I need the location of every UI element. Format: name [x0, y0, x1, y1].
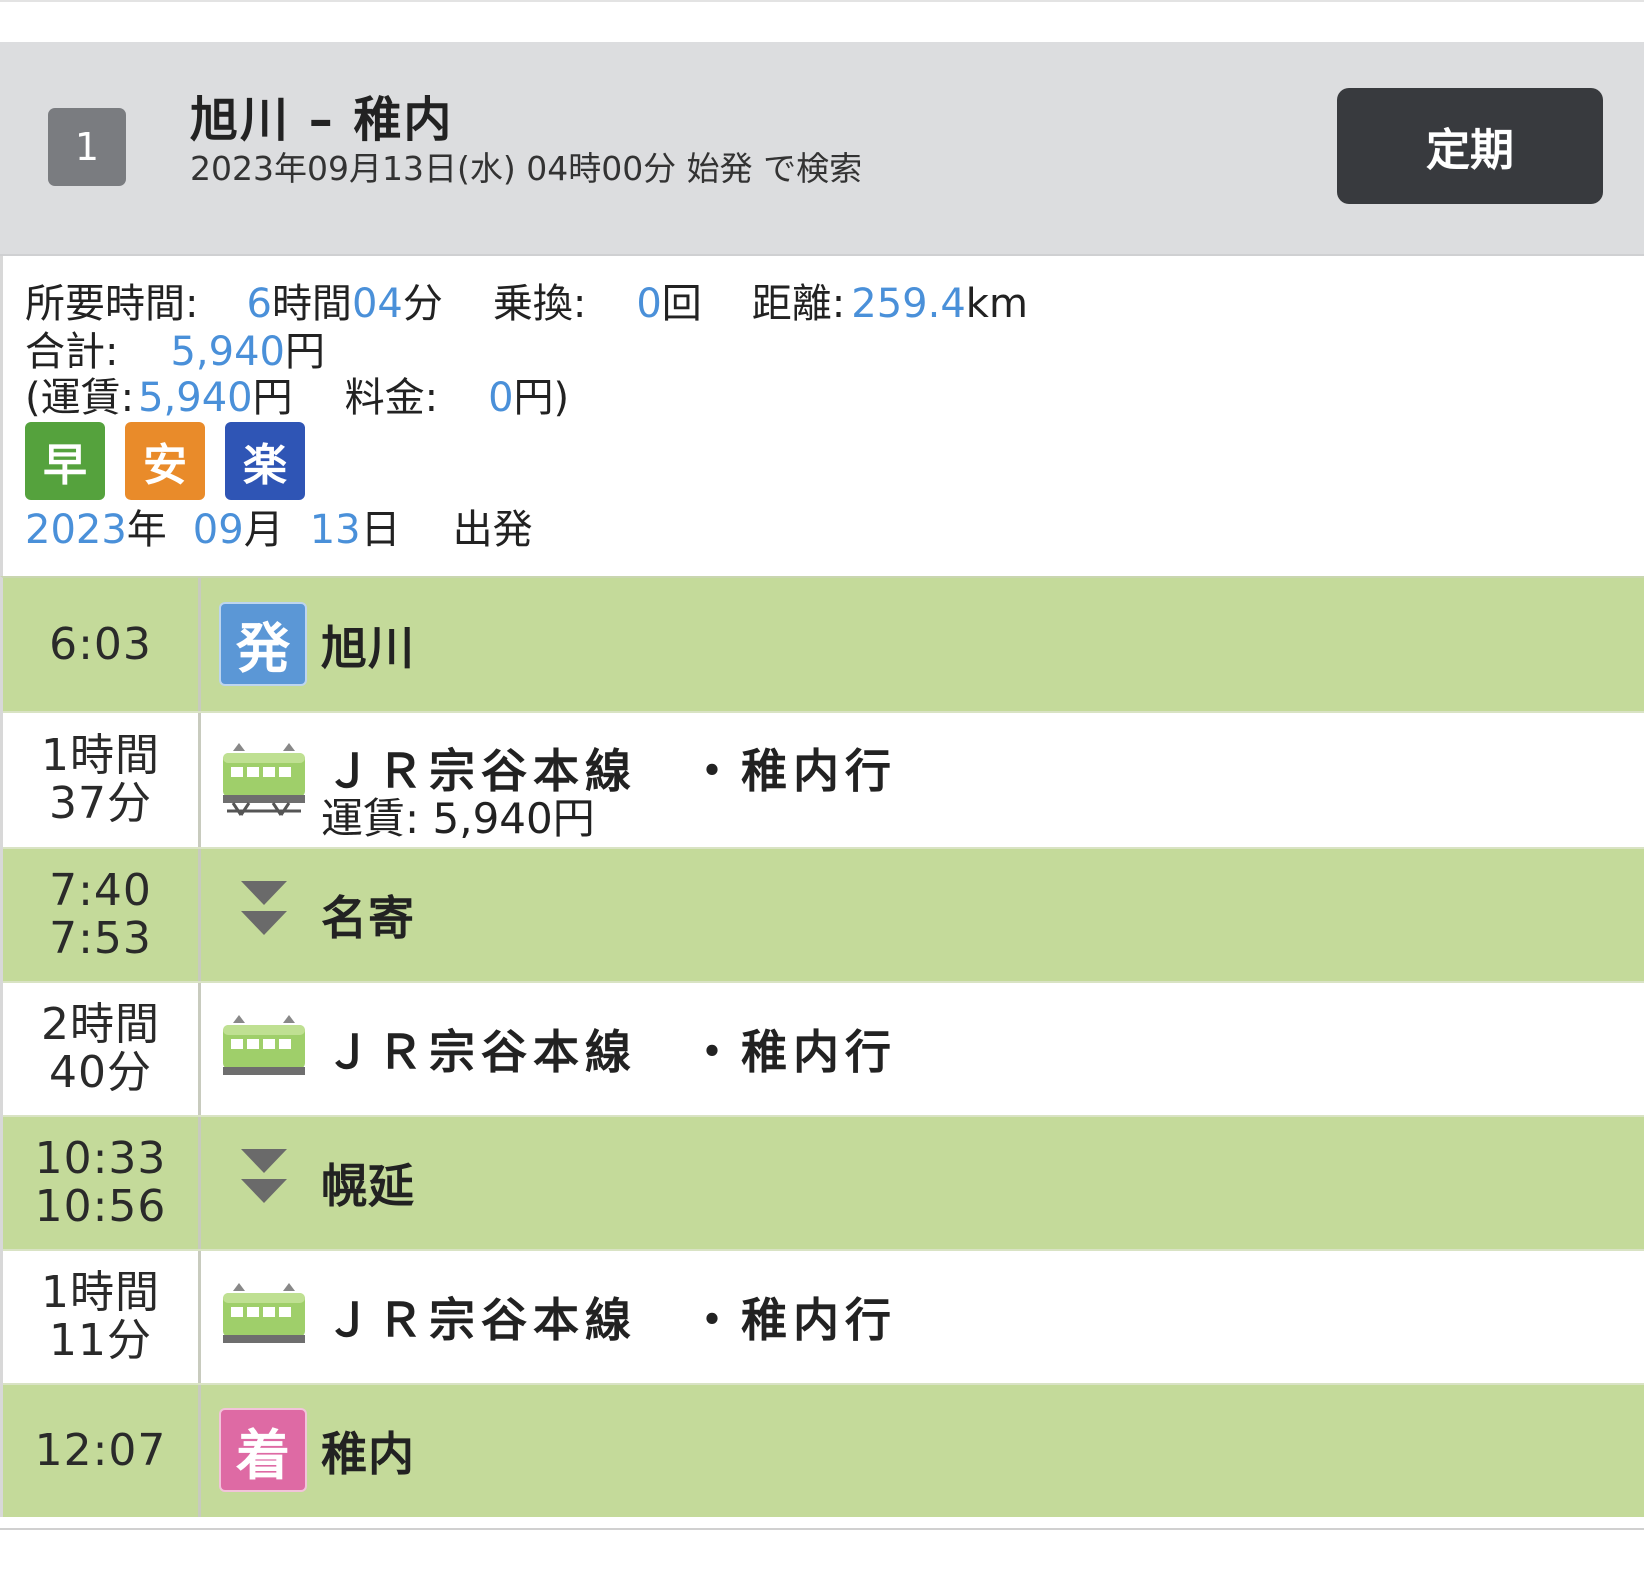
fee-yen-close: 円)	[513, 375, 570, 421]
departure-date: 2023年 09月 13日 出発	[25, 510, 533, 550]
duration-cell: 1時間 37分	[3, 713, 201, 847]
train-icon	[219, 1277, 309, 1363]
duration-hours: 6	[246, 281, 272, 327]
route-number-badge: 1	[48, 108, 126, 186]
arrival-icon: 着	[219, 1408, 309, 1494]
departure-icon: 発	[219, 601, 309, 688]
total-yen: 円	[285, 329, 325, 375]
route-title: 旭川 – 稚内	[190, 92, 454, 148]
table-row-train: 2時間 40分 ＪＲ宗谷本線 ・稚内行	[3, 981, 1644, 1115]
summary-line-duration: 所要時間: 6時間04分 乗換: 0回 距離: 259.4km	[25, 284, 1028, 324]
train-fare: 運賃: 5,940円	[321, 794, 595, 843]
easiest-badge: 楽	[225, 422, 305, 500]
transfer-label: 乗換:	[492, 281, 587, 327]
fee-label: 料金:	[344, 375, 439, 421]
time-cell: 7:40 7:53	[3, 849, 201, 981]
departure-time: 10:56	[34, 1181, 167, 1232]
route-feature-badges: 早 安 楽	[25, 422, 305, 500]
duration-label: 所要時間:	[25, 281, 199, 327]
duration-cell: 2時間 40分	[3, 983, 201, 1115]
table-row-train: 1時間 37分 ＪＲ宗谷本線 ・稚内行 運賃: 5,940円	[3, 711, 1644, 847]
arrival-time: 7:40	[49, 865, 152, 916]
date-day: 13	[309, 507, 361, 553]
distance-value: 259.4	[851, 281, 966, 327]
page-top-divider	[0, 0, 1644, 2]
station-name[interactable]: 名寄	[321, 882, 415, 948]
train-line-name[interactable]: ＪＲ宗谷本線 ・稚内行	[325, 1284, 897, 1350]
duration-minutes: 04	[351, 281, 403, 327]
date-day-unit: 日	[360, 507, 401, 553]
time-cell: 10:33 10:56	[3, 1117, 201, 1249]
time-cell: 6:03	[3, 578, 201, 711]
summary-line-fare: (運賃: 5,940円 料金: 0円)	[25, 378, 569, 418]
arrival-time: 12:07	[34, 1425, 167, 1476]
fare-yen: 円	[252, 375, 293, 421]
train-icon	[219, 737, 309, 823]
date-year-unit: 年	[126, 507, 167, 553]
distance-label: 距離:	[751, 281, 846, 327]
route-timetable: 6:03 発 旭川 1時間 37分 ＪＲ宗谷本線 ・稚内行 運賃: 5,940円…	[0, 576, 1644, 1517]
departure-time: 6:03	[49, 618, 152, 670]
summary-line-total: 合計: 5,940円	[25, 332, 325, 372]
station-name[interactable]: 旭川	[321, 612, 415, 678]
transfer-arrow-icon	[219, 1139, 309, 1225]
station-name[interactable]: 稚内	[321, 1418, 415, 1484]
table-row-departure: 6:03 発 旭川	[3, 578, 1644, 711]
search-conditions: 2023年09月13日(水) 04時00分 始発 で検索	[190, 149, 863, 188]
transfer-count: 0	[636, 281, 662, 327]
train-icon	[219, 1009, 309, 1095]
fare-label: (運賃:	[25, 375, 135, 421]
table-row-transfer: 7:40 7:53 名寄	[3, 847, 1644, 981]
table-row-transfer: 10:33 10:56 幌延	[3, 1115, 1644, 1249]
fastest-badge: 早	[25, 422, 105, 500]
date-year: 2023	[25, 507, 127, 553]
duration-hours-unit: 時間	[271, 281, 352, 327]
fare-value: 5,940	[138, 375, 253, 421]
transfer-arrow-icon	[219, 871, 309, 957]
duration-cell: 1時間 11分	[3, 1251, 201, 1383]
route-summary: 所要時間: 6時間04分 乗換: 0回 距離: 259.4km 合計: 5,940円 (運賃…	[0, 256, 1644, 576]
duration-minutes-unit: 分	[402, 281, 443, 327]
table-bottom-divider	[0, 1528, 1644, 1530]
station-name[interactable]: 幌延	[321, 1150, 415, 1216]
fee-value: 0	[488, 375, 514, 421]
table-row-train: 1時間 11分 ＪＲ宗谷本線 ・稚内行	[3, 1249, 1644, 1383]
table-row-arrival: 12:07 着 稚内	[3, 1383, 1644, 1517]
commuter-pass-button[interactable]: 定期	[1337, 88, 1603, 204]
train-line-name[interactable]: ＪＲ宗谷本線 ・稚内行	[325, 1016, 897, 1082]
date-suffix: 出発	[452, 507, 533, 553]
total-label: 合計:	[25, 329, 119, 375]
total-value: 5,940	[170, 329, 285, 375]
cheapest-badge: 安	[125, 422, 205, 500]
transfer-unit: 回	[661, 281, 702, 327]
date-month: 09	[192, 507, 244, 553]
departure-time: 7:53	[49, 913, 152, 964]
route-header: 1 旭川 – 稚内 2023年09月13日(水) 04時00分 始発 で検索 定…	[0, 42, 1644, 256]
time-cell: 12:07	[3, 1385, 201, 1517]
arrival-time: 10:33	[34, 1133, 167, 1184]
distance-unit: km	[965, 281, 1028, 327]
date-month-unit: 月	[243, 507, 284, 553]
